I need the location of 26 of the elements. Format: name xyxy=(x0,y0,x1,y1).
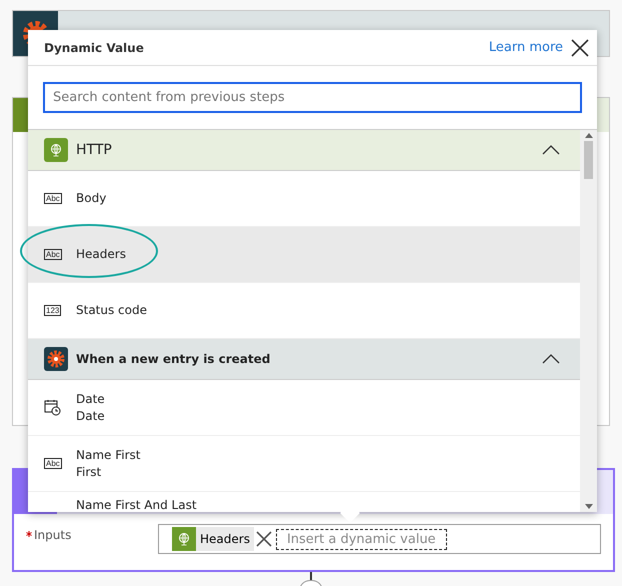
close-icon[interactable] xyxy=(571,38,589,56)
group-header[interactable]: When a new entry is created xyxy=(28,339,580,380)
scrollbar[interactable] xyxy=(580,130,597,512)
dynamic-value-item[interactable]: Name First And Last xyxy=(28,492,580,512)
text-type-label: Abc xyxy=(44,249,62,260)
number-type-label: 123 xyxy=(44,305,62,316)
scrollbar-thumb[interactable] xyxy=(584,141,593,179)
remove-icon[interactable] xyxy=(256,531,272,547)
globe-icon xyxy=(172,527,196,551)
inputs-field[interactable]: Headers Insert a dynamic value xyxy=(158,524,601,554)
headers-token[interactable]: Headers xyxy=(172,527,254,551)
globe-icon xyxy=(44,138,68,162)
inputs-label: Inputs xyxy=(34,528,72,542)
dynamic-value-item[interactable]: Date Date xyxy=(28,380,580,436)
gear-icon xyxy=(44,347,68,371)
panel-title: Dynamic Value xyxy=(44,40,145,54)
group-header[interactable]: HTTP xyxy=(28,130,580,171)
dynamic-value-item[interactable]: Abc Headers xyxy=(28,227,580,283)
text-type-label: Abc xyxy=(44,458,62,469)
scroll-down-icon[interactable] xyxy=(584,504,592,509)
text-type-label: Abc xyxy=(44,193,62,204)
search-field[interactable]: Search content from previous steps xyxy=(43,82,582,113)
learn-more-link[interactable]: Learn more xyxy=(488,40,563,55)
dynamic-value-placeholder[interactable]: Insert a dynamic value xyxy=(276,528,447,550)
calendar-clock-icon xyxy=(44,399,61,416)
dynamic-value-item[interactable]: Abc Name First First xyxy=(28,436,580,492)
